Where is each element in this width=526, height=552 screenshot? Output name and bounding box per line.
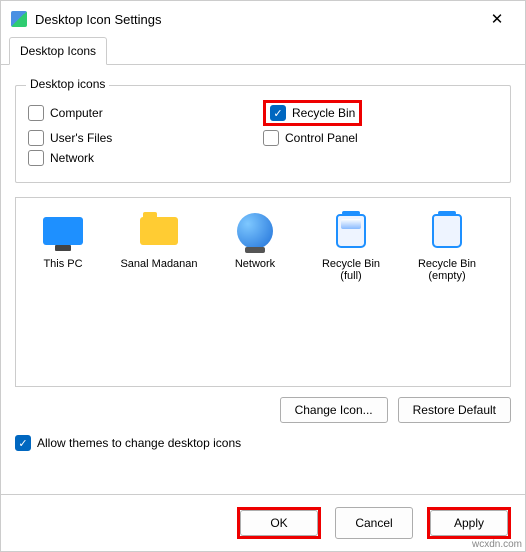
close-icon[interactable]: ✕ [479, 10, 515, 28]
tab-desktop-icons[interactable]: Desktop Icons [9, 37, 107, 65]
icon-this-pc[interactable]: This PC [24, 210, 102, 270]
app-icon [11, 11, 27, 27]
title-bar: Desktop Icon Settings ✕ [1, 1, 525, 37]
dialog-button-bar: OK Cancel Apply [1, 494, 525, 551]
icon-network[interactable]: Network [216, 210, 294, 270]
content-area: Desktop icons Computer ✓ Recycle Bin Use… [1, 65, 525, 494]
apply-button[interactable]: Apply [430, 510, 508, 536]
icon-recycle-bin-full[interactable]: Recycle Bin (full) [312, 210, 390, 282]
group-legend: Desktop icons [26, 77, 109, 91]
restore-default-button[interactable]: Restore Default [398, 397, 511, 423]
checkbox-icon [28, 150, 44, 166]
monitor-icon [42, 210, 84, 252]
icon-label: Recycle Bin (empty) [408, 258, 486, 282]
checkbox-label: Control Panel [285, 131, 358, 145]
ok-button[interactable]: OK [240, 510, 318, 536]
checkbox-icon: ✓ [270, 105, 286, 121]
checkbox-label: Allow themes to change desktop icons [37, 436, 241, 450]
checkbox-label: User's Files [50, 131, 112, 145]
checkbox-icon [263, 130, 279, 146]
checkbox-recycle-bin[interactable]: ✓ Recycle Bin [263, 100, 362, 126]
icon-recycle-bin-empty[interactable]: Recycle Bin (empty) [408, 210, 486, 282]
checkbox-icon [28, 105, 44, 121]
checkbox-users-files[interactable]: User's Files [28, 130, 263, 146]
checkbox-icon: ✓ [15, 435, 31, 451]
watermark: wcxdn.com [472, 539, 522, 550]
globe-icon [234, 210, 276, 252]
change-icon-button[interactable]: Change Icon... [280, 397, 388, 423]
window-title: Desktop Icon Settings [35, 12, 479, 27]
checkbox-icon [28, 130, 44, 146]
bin-empty-icon [426, 210, 468, 252]
desktop-icons-group: Desktop icons Computer ✓ Recycle Bin Use… [15, 85, 511, 183]
tab-strip: Desktop Icons [1, 37, 525, 65]
checkbox-computer[interactable]: Computer [28, 100, 263, 126]
icon-preview-list[interactable]: This PC Sanal Madanan Network Recycle Bi… [15, 197, 511, 387]
checkbox-label: Network [50, 151, 94, 165]
bin-full-icon [330, 210, 372, 252]
icon-user-folder[interactable]: Sanal Madanan [120, 210, 198, 270]
checkbox-control-panel[interactable]: Control Panel [263, 130, 498, 146]
icon-label: Sanal Madanan [120, 258, 198, 270]
dialog-window: Desktop Icon Settings ✕ Desktop Icons De… [0, 0, 526, 552]
cancel-button[interactable]: Cancel [335, 507, 413, 539]
checkbox-network[interactable]: Network [28, 150, 263, 166]
icon-label: This PC [24, 258, 102, 270]
folder-icon [138, 210, 180, 252]
icon-label: Recycle Bin (full) [312, 258, 390, 282]
icon-label: Network [216, 258, 294, 270]
checkbox-allow-themes[interactable]: ✓ Allow themes to change desktop icons [15, 435, 511, 451]
checkbox-label: Computer [50, 106, 103, 120]
checkbox-label: Recycle Bin [292, 106, 355, 120]
